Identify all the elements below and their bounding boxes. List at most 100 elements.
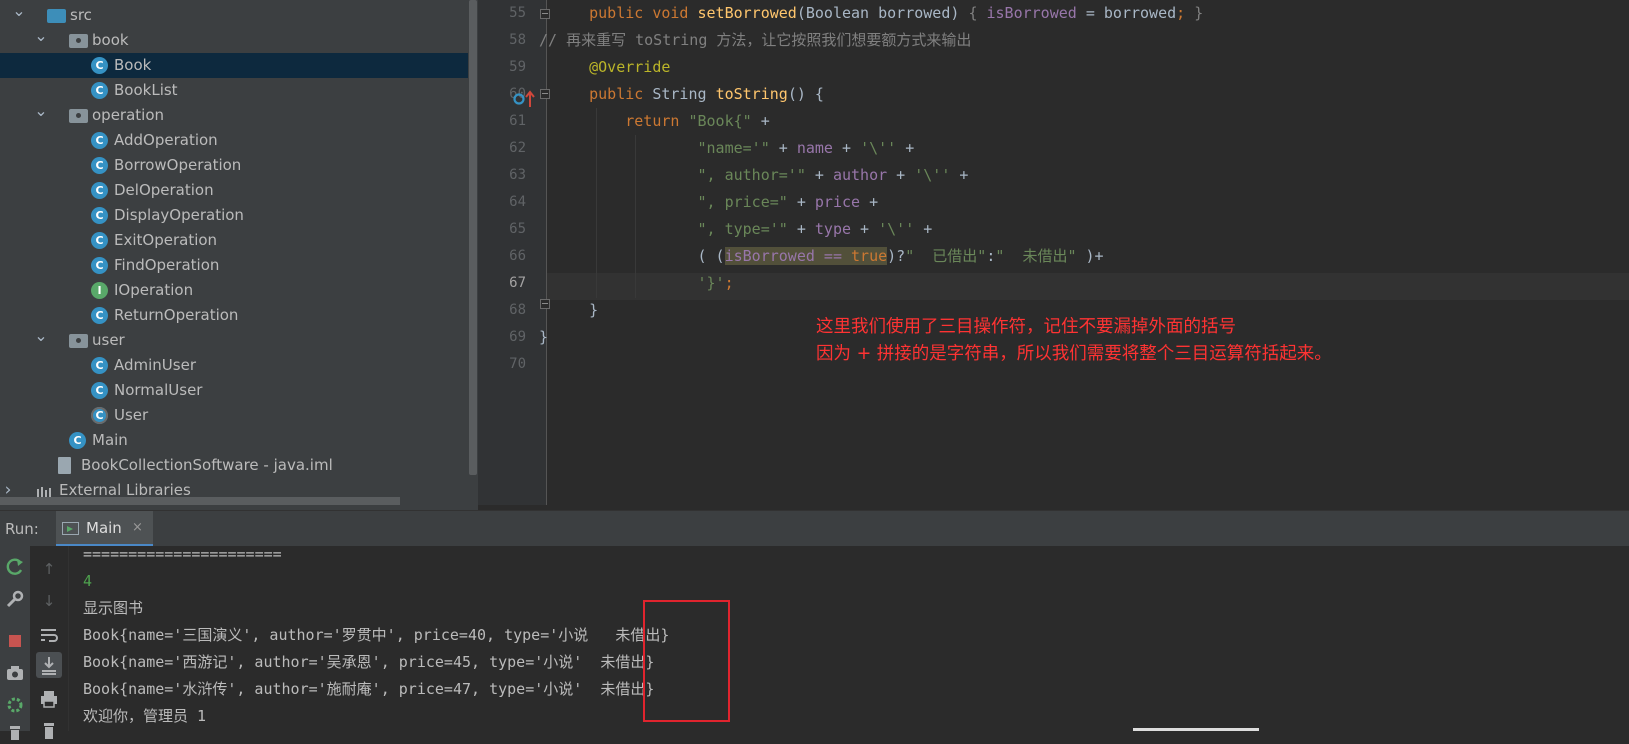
package-icon <box>69 34 88 48</box>
red-annotation-text: 这里我们使用了三目操作符，记住不要漏掉外面的括号 因为 + 拼接的是字符串，所以… <box>816 314 1332 368</box>
scroll-to-end-button[interactable] <box>36 652 62 678</box>
tree-item-label: operation <box>92 106 165 124</box>
scroll-to-end-icon <box>42 657 56 675</box>
code-line-66: ( (isBorrowed == true)?" 已借出":" 未借出" )+ <box>553 247 1104 265</box>
tree-item-label: src <box>70 6 92 24</box>
stop-icon[interactable] <box>4 630 26 652</box>
run-tab-label: Main <box>86 519 122 537</box>
tree-item-label: ReturnOperation <box>114 306 239 324</box>
run-label: Run: <box>5 520 39 538</box>
tree-item-label: DelOperation <box>114 181 214 199</box>
chevron-down-icon[interactable]: ⌄ <box>12 0 26 23</box>
tree-item-label: BookCollectionSoftware - java.iml <box>81 456 333 474</box>
tree-item-operation[interactable]: ⌄ operation <box>0 101 468 128</box>
close-tab-icon[interactable]: × <box>132 511 143 545</box>
tree-item-returnoperation[interactable]: C ReturnOperation <box>0 303 468 328</box>
tree-item-user[interactable]: C User <box>0 403 468 428</box>
tree-item-ioperation[interactable]: I IOperation <box>0 278 468 303</box>
line-number: 55 <box>509 5 526 21</box>
tree-item-book[interactable]: ⌄ book <box>0 26 468 53</box>
code-line-60: public String toString() { <box>589 85 824 103</box>
code-line-55: public void setBorrowed(Boolean borrowed… <box>589 4 1204 22</box>
tree-item-user[interactable]: ⌄ user <box>0 326 468 353</box>
tree-item-normaluser[interactable]: C NormalUser <box>0 378 468 403</box>
tree-item-exitoperation[interactable]: C ExitOperation <box>0 228 468 253</box>
console-output-line: ====================== <box>83 545 282 563</box>
code-line-59: @Override <box>589 58 671 76</box>
java-class-icon: C <box>91 157 108 174</box>
java-class-icon: C <box>91 132 108 149</box>
console-output-line: 显示图书 <box>83 599 144 617</box>
line-number: 68 <box>509 302 526 318</box>
tree-item-adminuser[interactable]: C AdminUser <box>0 353 468 378</box>
rerun-icon[interactable] <box>4 556 26 578</box>
tree-item-displayoperation[interactable]: C DisplayOperation <box>0 203 468 228</box>
code-line-64: ", price=" + price + <box>697 193 879 211</box>
fold-marker[interactable] <box>540 89 550 99</box>
soft-wrap-icon[interactable] <box>38 624 60 646</box>
run-toolbar-secondary: ↑ ↓ <box>30 546 69 739</box>
tree-item-book[interactable]: C Book <box>0 53 468 78</box>
print-icon[interactable] <box>38 688 60 710</box>
tree-item-label: FindOperation <box>114 256 220 274</box>
console-output[interactable]: ====================== 4 显示图书 Book{name='三国… <box>69 545 1629 731</box>
arrow-down-icon[interactable]: ↓ <box>38 590 60 612</box>
line-number: 58 <box>509 32 526 48</box>
tree-item-deloperation[interactable]: C DelOperation <box>0 178 468 203</box>
override-method-icon[interactable] <box>513 89 541 109</box>
line-number: 61 <box>509 113 526 129</box>
java-class-icon: C <box>91 307 108 324</box>
java-class-icon: C <box>91 57 108 74</box>
java-class-icon: C <box>91 232 108 249</box>
code-line-65: ", type='" + type + '\'' + <box>697 220 933 238</box>
arrow-up-icon[interactable]: ↑ <box>38 558 60 580</box>
code-editor[interactable]: 55 58 59 60 61 62 63 64 65 66 67 68 69 70 public void… <box>478 0 1629 505</box>
trash-icon[interactable] <box>4 722 26 744</box>
tree-item-label: AddOperation <box>114 131 218 149</box>
tree-item-booklist[interactable]: C BookList <box>0 78 468 103</box>
chevron-down-icon[interactable]: ⌄ <box>34 23 48 48</box>
tree-item-main[interactable]: C Main <box>0 428 468 453</box>
java-class-icon: C <box>91 82 108 99</box>
code-line-69: } <box>539 328 549 346</box>
line-number: 63 <box>509 167 526 183</box>
chevron-down-icon[interactable]: ⌄ <box>34 98 48 123</box>
line-number: 69 <box>509 329 526 345</box>
annotation-line-2: 因为 + 拼接的是字符串，所以我们需要将整个三目运算符括起来。 <box>816 344 1332 364</box>
tree-item-addoperation[interactable]: C AddOperation <box>0 128 468 153</box>
tree-item-src[interactable]: ⌄ src <box>0 0 468 28</box>
console-input-line: 4 <box>83 572 93 590</box>
fold-marker[interactable] <box>540 299 550 309</box>
tree-item-label: User <box>114 406 149 424</box>
java-class-icon: C <box>91 182 108 199</box>
code-line-68: } <box>553 301 599 319</box>
module-file-icon <box>58 457 71 474</box>
tree-item-bookcollectionsoftware-java-iml[interactable]: BookCollectionSoftware - java.iml <box>0 453 468 478</box>
line-number: 65 <box>509 221 526 237</box>
java-class-icon: C <box>91 207 108 224</box>
debug-settings-icon[interactable] <box>4 694 26 716</box>
code-line-58: // 再来重写 toString 方法，让它按照我们想要额方式来输出 <box>539 31 972 49</box>
line-number: 70 <box>509 356 526 372</box>
run-config-icon <box>62 522 79 535</box>
line-number: 67 <box>509 275 526 291</box>
highlight-box <box>643 600 730 722</box>
chevron-down-icon[interactable]: ⌄ <box>34 323 48 348</box>
project-horizontal-scrollbar[interactable] <box>0 497 400 505</box>
console-output-line: Book{name='三国演义', author='罗贯中', price=40… <box>83 626 670 644</box>
tree-item-findoperation[interactable]: C FindOperation <box>0 253 468 278</box>
tree-item-label: Book <box>114 56 152 74</box>
java-class-icon: C <box>91 382 108 399</box>
tree-item-label: BorrowOperation <box>114 156 242 174</box>
line-number: 62 <box>509 140 526 156</box>
wrench-icon[interactable] <box>4 588 26 610</box>
tree-item-borrowoperation[interactable]: C BorrowOperation <box>0 153 468 178</box>
console-output-line: 欢迎你，管理员 1 <box>83 707 207 725</box>
camera-icon[interactable] <box>4 662 26 684</box>
delete-icon[interactable] <box>38 720 60 742</box>
console-output-line: Book{name='西游记', author='吴承恩', price=45,… <box>83 653 655 671</box>
line-number: 64 <box>509 194 526 210</box>
package-icon <box>69 334 88 348</box>
project-vertical-scrollbar[interactable] <box>469 0 477 475</box>
fold-marker[interactable] <box>540 9 550 19</box>
